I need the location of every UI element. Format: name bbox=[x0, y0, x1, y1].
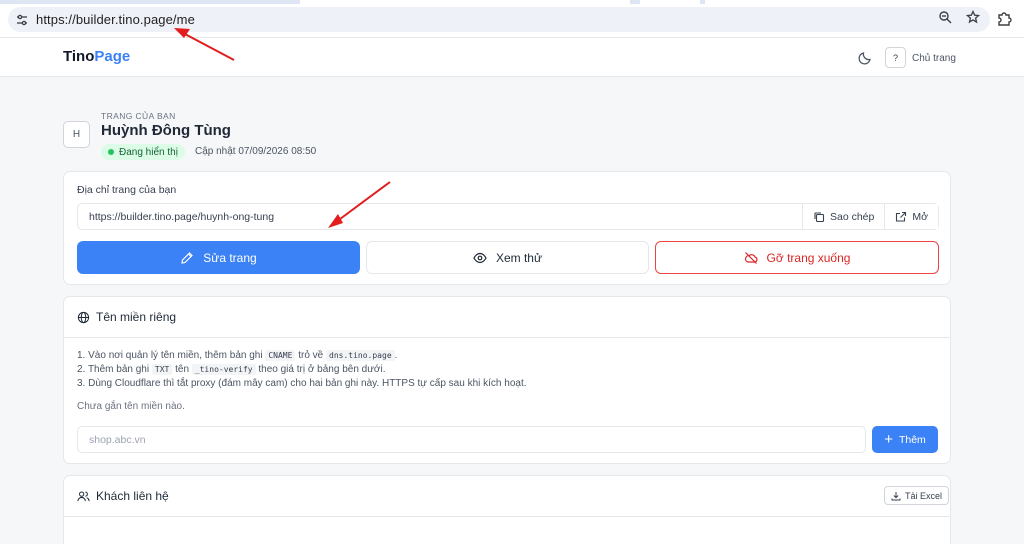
copy-label: Sao chép bbox=[829, 210, 875, 223]
brand-logo[interactable]: TinoPage bbox=[63, 48, 130, 65]
domain-input[interactable]: shop.abc.vn bbox=[77, 426, 866, 453]
step-3: 3. Dùng Cloudflare thì tắt proxy (đám mâ… bbox=[77, 378, 527, 389]
txt-code: TXT bbox=[151, 364, 173, 375]
status-label: Đang hiển thị bbox=[119, 146, 178, 158]
status-dot-icon bbox=[108, 149, 114, 155]
page-url-text[interactable]: https://builder.tino.page/huynh-ong-tung bbox=[78, 211, 802, 223]
moon-icon[interactable] bbox=[857, 50, 873, 66]
address-label: Địa chỉ trang của bạn bbox=[77, 184, 177, 196]
unpublish-button[interactable]: Gỡ trang xuống bbox=[655, 241, 939, 274]
copy-button[interactable]: Sao chép bbox=[801, 204, 885, 229]
open-button[interactable]: Mở bbox=[884, 204, 938, 229]
contacts-title: Khách liên hệ bbox=[96, 489, 169, 503]
add-domain-button[interactable]: + Thêm bbox=[872, 426, 938, 453]
dns-target-code: dns.tino.page bbox=[326, 350, 395, 361]
eye-icon bbox=[473, 252, 487, 263]
download-icon bbox=[891, 491, 901, 500]
brand-part2: Page bbox=[94, 48, 131, 65]
plus-icon: + bbox=[884, 431, 893, 448]
bookmark-star-icon[interactable] bbox=[965, 9, 981, 29]
site-info-icon[interactable] bbox=[8, 13, 36, 27]
step-1-text-b: trỏ về bbox=[298, 350, 324, 361]
edit-page-button[interactable]: Sửa trang bbox=[77, 241, 360, 274]
export-excel-button[interactable]: Tải Excel bbox=[884, 486, 950, 505]
status-badge: Đang hiển thị bbox=[101, 144, 185, 160]
copy-icon bbox=[814, 211, 825, 222]
step-2-text-c: theo giá trị ở bảng bên dưới. bbox=[258, 364, 386, 375]
step-1: 1. Vào nơi quản lý tên miền, thêm bản gh… bbox=[77, 349, 527, 363]
page-address-card: Địa chỉ trang của bạn https://builder.ti… bbox=[63, 171, 951, 285]
extensions-puzzle-icon[interactable] bbox=[996, 9, 1016, 29]
custom-domain-card: Tên miền riêng 1. Vào nơi quản lý tên mi… bbox=[63, 296, 951, 464]
cloud-off-icon bbox=[744, 251, 758, 264]
preview-button[interactable]: Xem thử bbox=[366, 241, 649, 274]
users-icon bbox=[77, 491, 90, 501]
address-row: https://builder.tino.page/huynh-ong-tung… bbox=[77, 203, 939, 230]
empty-domain-text: Chưa gắn tên miền nào. bbox=[77, 401, 185, 412]
step-1-text: 1. Vào nơi quản lý tên miền, thêm bản gh… bbox=[77, 350, 263, 361]
step-2-text-b: tên bbox=[175, 364, 190, 375]
address-bar[interactable]: https://builder.tino.page/me bbox=[8, 7, 990, 32]
open-label: Mở bbox=[912, 210, 928, 223]
setup-instructions: 1. Vào nơi quản lý tên miền, thêm bản gh… bbox=[77, 349, 527, 391]
export-excel-label: Tải Excel bbox=[905, 490, 943, 501]
page-owner-name: Huỳnh Đông Tùng bbox=[101, 122, 231, 139]
page-actions: Sửa trang Xem thử Gỡ trang xuống bbox=[77, 241, 939, 274]
cname-code: CNAME bbox=[265, 350, 296, 361]
tab-strip bbox=[0, 0, 1024, 4]
step-1-end: . bbox=[394, 350, 398, 361]
step-2: 2. Thêm bản ghi TXT tên _tino-verify the… bbox=[77, 363, 527, 377]
avatar: H bbox=[63, 121, 90, 148]
app-header: TinoPage ? Chủ trang bbox=[0, 38, 1024, 77]
contacts-header: Khách liên hệ bbox=[64, 476, 950, 517]
brand-part1: Tino bbox=[63, 48, 95, 65]
step-2-text: 2. Thêm bản ghi bbox=[77, 364, 150, 375]
pencil-icon bbox=[181, 251, 194, 264]
verify-name-code: _tino-verify bbox=[191, 364, 256, 375]
contacts-card: Khách liên hệ Tải Excel bbox=[63, 475, 951, 544]
browser-chrome: https://builder.tino.page/me bbox=[0, 0, 1024, 38]
page-eyebrow: TRANG CỦA BẠN bbox=[101, 111, 176, 121]
custom-domain-title: Tên miền riêng bbox=[96, 310, 177, 324]
preview-label: Xem thử bbox=[495, 250, 543, 265]
edit-page-label: Sửa trang bbox=[203, 250, 257, 265]
globe-icon bbox=[77, 311, 90, 323]
zoom-icon[interactable] bbox=[938, 10, 952, 29]
help-button[interactable]: ? bbox=[885, 47, 906, 68]
add-domain-label: Thêm bbox=[898, 433, 926, 446]
custom-domain-header: Tên miền riêng bbox=[64, 297, 950, 338]
home-link[interactable]: Chủ trang bbox=[912, 53, 956, 64]
external-link-icon bbox=[896, 211, 907, 222]
unpublish-label: Gỡ trang xuống bbox=[766, 250, 851, 265]
updated-timestamp: Cập nhật 07/09/2026 08:50 bbox=[195, 146, 317, 157]
address-url[interactable]: https://builder.tino.page/me bbox=[36, 12, 195, 27]
